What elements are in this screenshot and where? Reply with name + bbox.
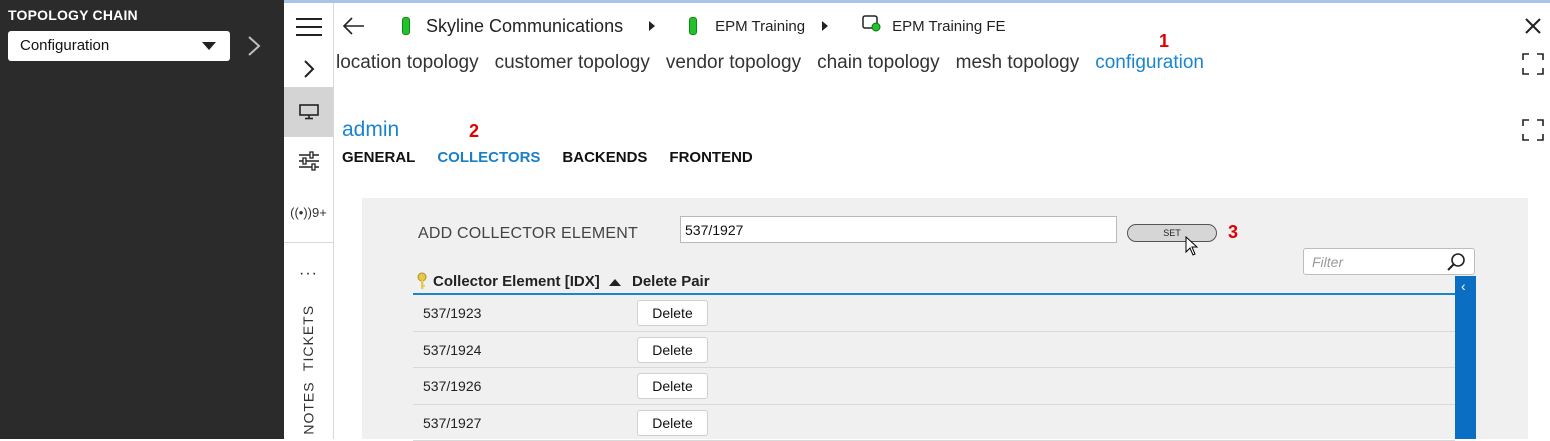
- tab-collectors[interactable]: COLLECTORS: [437, 149, 540, 166]
- topology-tabs: location topology customer topology vend…: [336, 52, 1220, 74]
- table-row: 537/1923 Delete: [413, 295, 1455, 332]
- status-green-icon: [402, 17, 410, 35]
- caret-right-icon: [822, 21, 828, 31]
- delete-button[interactable]: Delete: [637, 300, 708, 326]
- key-icon: [417, 272, 427, 290]
- tab-chain-topology[interactable]: chain topology: [817, 52, 940, 74]
- view-select[interactable]: Configuration: [8, 31, 230, 61]
- chevron-left-icon: ‹: [1461, 278, 1466, 294]
- collector-element-input[interactable]: 537/1927: [680, 216, 1117, 243]
- tab-customer-topology[interactable]: customer topology: [495, 52, 650, 74]
- left-panel: TOPOLOGY CHAIN Configuration: [0, 0, 284, 439]
- hamburger-icon[interactable]: [284, 13, 333, 41]
- broadcast-icon: ((•))9+: [290, 205, 327, 220]
- collector-cell: 537/1926: [423, 378, 481, 394]
- chevron-right-icon[interactable]: [244, 34, 264, 58]
- delete-button[interactable]: Delete: [637, 337, 708, 363]
- more-icon[interactable]: ···: [284, 263, 333, 285]
- sliders-icon[interactable]: [284, 147, 333, 175]
- annotation-marker-1: 1: [1159, 31, 1169, 52]
- mouse-cursor-icon: [1185, 236, 1199, 256]
- element-status-icon: [862, 15, 882, 37]
- caret-right-icon: [649, 21, 655, 31]
- table-row: 537/1926 Delete: [413, 368, 1455, 405]
- collector-cell: 537/1924: [423, 342, 481, 358]
- table-row: 537/1924 Delete: [413, 332, 1455, 369]
- breadcrumb: Skyline Communications EPM Training EPM …: [402, 12, 1006, 40]
- view-select-value: Configuration: [20, 37, 109, 54]
- section-title: admin: [342, 118, 399, 142]
- tab-location-topology[interactable]: location topology: [336, 52, 479, 74]
- set-button[interactable]: SET: [1127, 224, 1217, 242]
- breadcrumb-item-epm-training-fe[interactable]: EPM Training FE: [862, 15, 1005, 37]
- chevron-down-icon: [202, 42, 216, 50]
- column-header-collector[interactable]: Collector Element [IDX]: [433, 273, 600, 290]
- annotation-marker-3: 3: [1228, 222, 1238, 243]
- delete-button[interactable]: Delete: [637, 373, 708, 399]
- table-row: 537/1927 Delete: [413, 405, 1455, 441]
- back-arrow-icon[interactable]: [342, 16, 366, 36]
- admin-tabs: GENERAL COLLECTORS BACKENDS FRONTEND: [342, 149, 775, 166]
- delete-button[interactable]: Delete: [637, 410, 708, 436]
- chevron-right-icon[interactable]: [284, 55, 333, 83]
- collectors-table: Collector Element [IDX] Delete Pair 537/…: [413, 268, 1455, 441]
- top-accent-line: [284, 0, 1550, 3]
- fullscreen-icon[interactable]: [1522, 119, 1544, 141]
- fullscreen-icon[interactable]: [1522, 53, 1544, 75]
- add-collector-label: ADD COLLECTOR ELEMENT: [418, 225, 638, 243]
- status-green-icon: [689, 17, 697, 35]
- collector-cell: 537/1923: [423, 305, 481, 321]
- tab-vendor-topology[interactable]: vendor topology: [666, 52, 801, 74]
- tickets-tab[interactable]: TICKETS: [284, 303, 333, 373]
- breadcrumb-label: EPM Training: [715, 18, 805, 35]
- notifications-button[interactable]: ((•))9+: [284, 201, 333, 223]
- tickets-label: TICKETS: [301, 305, 317, 371]
- panel-title: TOPOLOGY CHAIN: [8, 7, 138, 23]
- breadcrumb-label: EPM Training FE: [892, 18, 1005, 35]
- breadcrumb-item-skyline[interactable]: Skyline Communications: [402, 16, 623, 37]
- table-header: Collector Element [IDX] Delete Pair: [413, 268, 1455, 295]
- notes-label: NOTES: [301, 381, 317, 434]
- tab-general[interactable]: GENERAL: [342, 149, 415, 166]
- tab-backends[interactable]: BACKENDS: [562, 149, 647, 166]
- column-header-delete[interactable]: Delete Pair: [632, 273, 710, 290]
- column-panel-toggle[interactable]: ‹: [1455, 276, 1476, 439]
- notes-tab[interactable]: NOTES: [284, 378, 333, 438]
- icon-rail: ((•))9+ ··· TICKETS NOTES: [284, 3, 334, 439]
- sort-ascending-icon[interactable]: [609, 279, 621, 286]
- collector-cell: 537/1927: [423, 415, 481, 431]
- tab-frontend[interactable]: FRONTEND: [669, 149, 752, 166]
- tab-mesh-topology[interactable]: mesh topology: [956, 52, 1080, 74]
- breadcrumb-label: Skyline Communications: [426, 16, 623, 37]
- close-icon[interactable]: [1523, 16, 1543, 36]
- rail-divider: [284, 242, 333, 243]
- breadcrumb-item-epm-training[interactable]: EPM Training: [689, 17, 805, 35]
- annotation-marker-2: 2: [469, 121, 479, 142]
- tab-configuration[interactable]: configuration: [1095, 52, 1204, 74]
- monitor-icon[interactable]: [284, 87, 333, 137]
